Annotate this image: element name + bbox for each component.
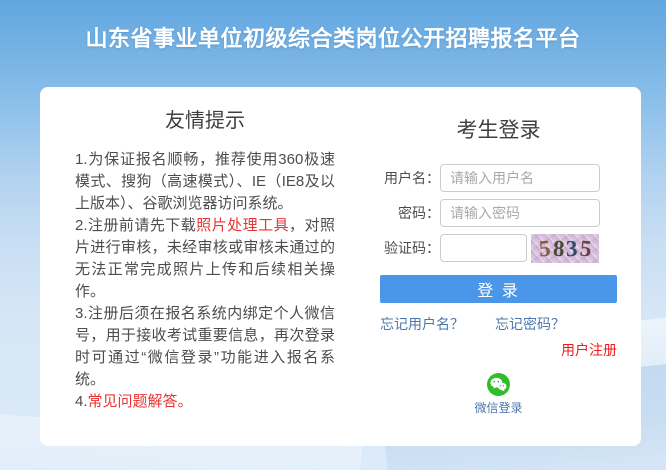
- login-panel: 考生登录 用户名： 密码： 验证码： 5 8 3: [380, 87, 617, 416]
- tips-panel: 友情提示 1.为保证报名顺畅，推荐使用360极速模式、搜狗（高速模式）、IE（I…: [75, 87, 335, 413]
- wechat-icon[interactable]: [487, 373, 510, 396]
- tip-item-3: 3.注册后须在报名系统内绑定个人微信号，用于接收考试重要信息，再次登录时可通过“…: [75, 303, 335, 391]
- login-button[interactable]: 登 录: [380, 275, 617, 303]
- username-label: 用户名：: [380, 168, 440, 188]
- username-input[interactable]: [440, 164, 600, 192]
- forgot-links-row: 忘记用户名？ 忘记密码？: [380, 314, 565, 334]
- password-input[interactable]: [440, 199, 600, 227]
- tip-4-prefix: 4.: [75, 393, 88, 410]
- tip-item-2: 2.注册前请先下载照片处理工具，对照片进行审核，未经审核或审核未通过的无法正常完…: [75, 215, 335, 303]
- login-title: 考生登录: [380, 114, 617, 144]
- tip-3-text: 3.注册后须在报名系统内绑定个人微信号，用于接收考试重要信息，再次登录时可通过“…: [75, 305, 335, 388]
- register-row: 用户注册: [380, 340, 617, 360]
- page-title: 山东省事业单位初级综合类岗位公开招聘报名平台: [0, 21, 666, 53]
- faq-link[interactable]: 常见问题解答。: [88, 393, 193, 410]
- tips-title: 友情提示: [75, 104, 335, 133]
- photo-tool-link[interactable]: 照片处理工具: [196, 217, 289, 234]
- captcha-label: 验证码：: [380, 238, 440, 258]
- username-row: 用户名：: [380, 164, 617, 192]
- captcha-input[interactable]: [440, 234, 527, 262]
- forgot-username-link[interactable]: 忘记用户名？: [380, 314, 464, 334]
- main-card: 友情提示 1.为保证报名顺畅，推荐使用360极速模式、搜狗（高速模式）、IE（I…: [40, 87, 641, 446]
- captcha-digit: 5: [537, 236, 552, 260]
- tips-body: 1.为保证报名顺畅，推荐使用360极速模式、搜狗（高速模式）、IE（IE8及以上…: [75, 149, 335, 413]
- captcha-row: 验证码： 5 8 3 5: [380, 234, 617, 262]
- page-background: 山东省事业单位初级综合类岗位公开招聘报名平台 友情提示 1.为保证报名顺畅，推荐…: [0, 0, 666, 470]
- wechat-bubbles-glyph: [490, 377, 507, 392]
- tip-item-1: 1.为保证报名顺畅，推荐使用360极速模式、搜狗（高速模式）、IE（IE8及以上…: [75, 149, 335, 215]
- wechat-login-block: 微信登录: [380, 373, 617, 416]
- password-row: 密码：: [380, 199, 617, 227]
- tip-1-text: 1.为保证报名顺畅，推荐使用360极速模式、搜狗（高速模式）、IE（IE8及以上…: [75, 151, 335, 212]
- tip-item-4: 4.常见问题解答。: [75, 391, 335, 413]
- captcha-digit: 5: [578, 236, 593, 260]
- wechat-login-label[interactable]: 微信登录: [474, 399, 522, 416]
- captcha-image[interactable]: 5 8 3 5: [531, 234, 599, 263]
- register-link[interactable]: 用户注册: [561, 342, 617, 358]
- forgot-password-link[interactable]: 忘记密码？: [495, 314, 565, 334]
- login-form: 用户名： 密码： 验证码： 5 8 3 5 登: [380, 164, 617, 416]
- password-label: 密码：: [380, 203, 440, 223]
- tip-2-text: 2.注册前请先下载: [75, 217, 196, 234]
- captcha-digit: 3: [565, 236, 579, 259]
- captcha-digit: 8: [551, 236, 566, 260]
